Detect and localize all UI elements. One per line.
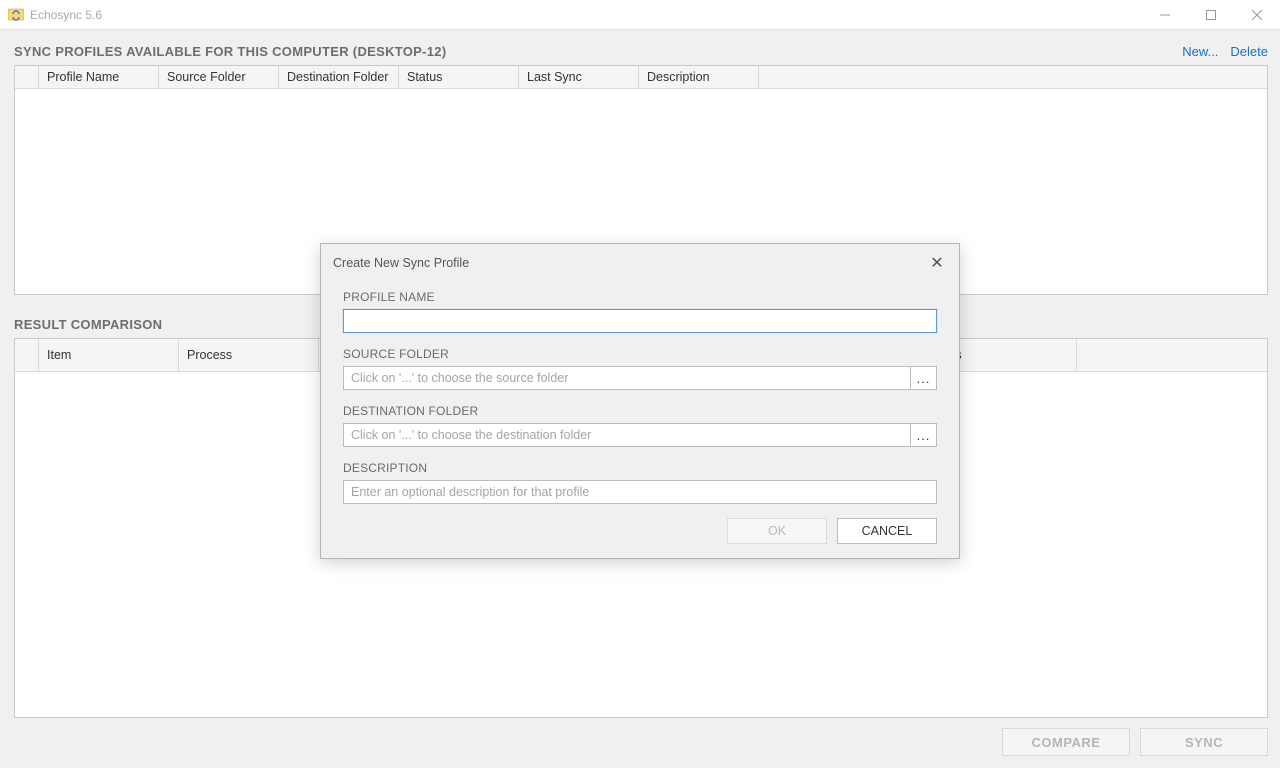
maximize-button[interactable] [1188, 0, 1234, 30]
window-title: Echosync 5.6 [30, 8, 102, 22]
dialog-title: Create New Sync Profile [333, 256, 469, 270]
destination-folder-input[interactable] [343, 423, 911, 447]
description-label: DESCRIPTION [343, 461, 937, 475]
source-folder-label: SOURCE FOLDER [343, 347, 937, 361]
new-profile-link[interactable]: New... [1182, 44, 1218, 59]
profiles-col-spacer [759, 66, 1267, 89]
cancel-button[interactable]: CANCEL [837, 518, 937, 544]
profiles-col-last-sync[interactable]: Last Sync [519, 66, 639, 89]
delete-profile-link[interactable]: Delete [1230, 44, 1268, 59]
profiles-grid-header: Profile Name Source Folder Destination F… [15, 66, 1267, 89]
profiles-col-description[interactable]: Description [639, 66, 759, 89]
minimize-button[interactable] [1142, 0, 1188, 30]
destination-folder-label: DESTINATION FOLDER [343, 404, 937, 418]
compare-button[interactable]: COMPARE [1002, 728, 1130, 756]
source-folder-browse-button[interactable]: ... [911, 366, 937, 390]
app-icon [8, 7, 24, 23]
result-col-item[interactable]: Item [39, 339, 179, 372]
dialog-close-button[interactable]: ✕ [927, 253, 947, 273]
profiles-col-source-folder[interactable]: Source Folder [159, 66, 279, 89]
result-col-process[interactable]: Process [179, 339, 319, 372]
description-input[interactable] [343, 480, 937, 504]
create-profile-dialog: Create New Sync Profile ✕ PROFILE NAME S… [320, 243, 960, 559]
result-section-title: RESULT COMPARISON [14, 317, 162, 332]
close-button[interactable] [1234, 0, 1280, 30]
ok-button[interactable]: OK [727, 518, 827, 544]
profiles-col-destination-folder[interactable]: Destination Folder [279, 66, 399, 89]
titlebar: Echosync 5.6 [0, 0, 1280, 30]
profile-name-label: PROFILE NAME [343, 290, 937, 304]
result-col-trailing[interactable] [1077, 339, 1267, 372]
destination-folder-browse-button[interactable]: ... [911, 423, 937, 447]
profiles-section-title: SYNC PROFILES AVAILABLE FOR THIS COMPUTE… [14, 44, 446, 59]
sync-button[interactable]: SYNC [1140, 728, 1268, 756]
profiles-col-selector[interactable] [15, 66, 39, 89]
profile-name-input[interactable] [343, 309, 937, 333]
profiles-col-profile-name[interactable]: Profile Name [39, 66, 159, 89]
profiles-col-status[interactable]: Status [399, 66, 519, 89]
result-col-selector[interactable] [15, 339, 39, 372]
source-folder-input[interactable] [343, 366, 911, 390]
